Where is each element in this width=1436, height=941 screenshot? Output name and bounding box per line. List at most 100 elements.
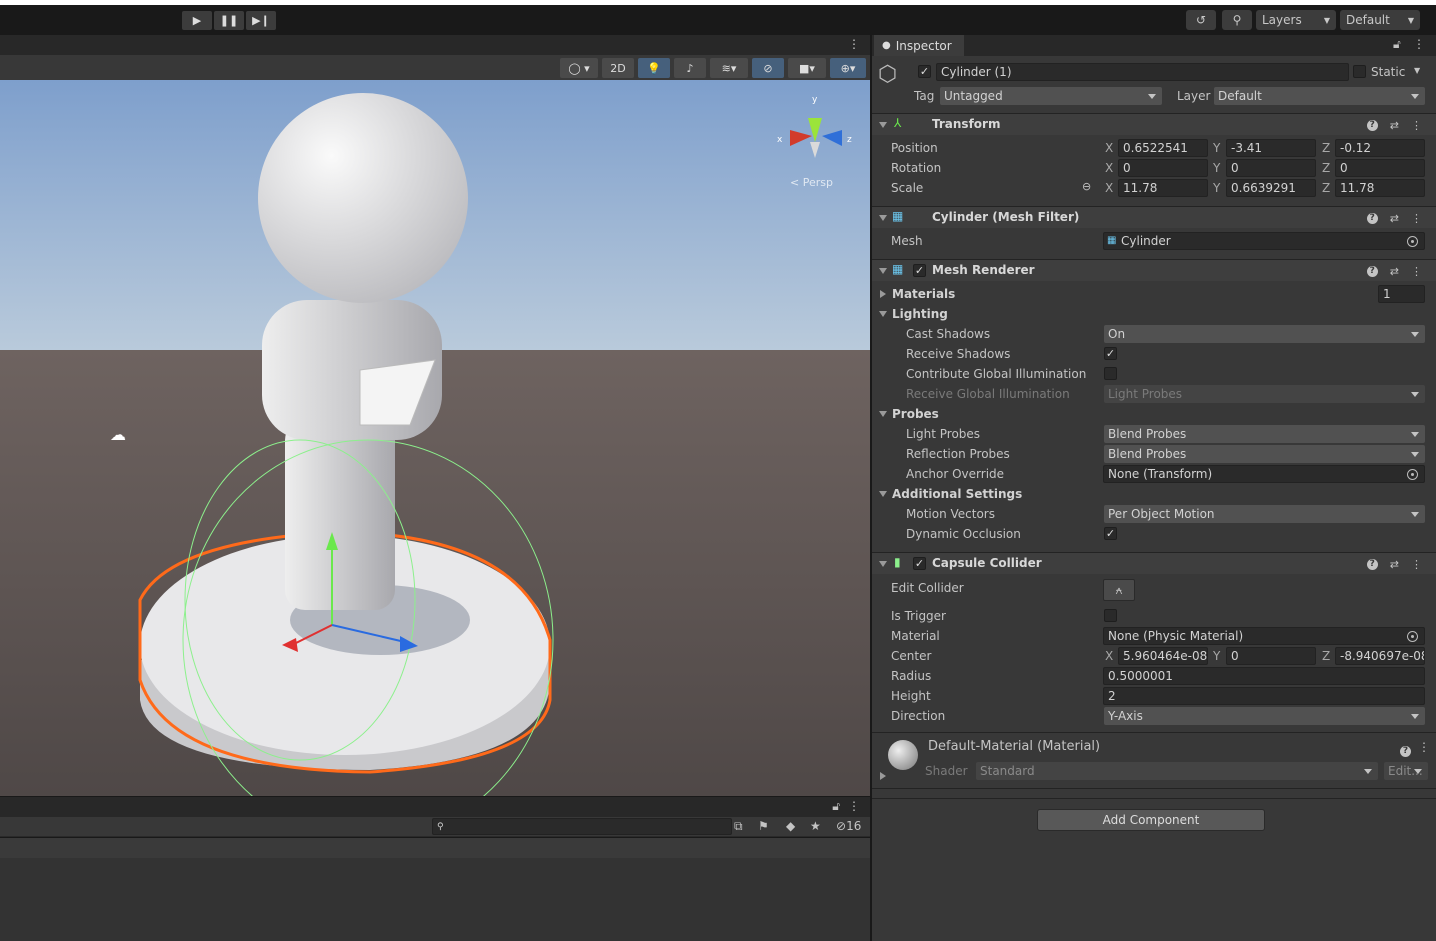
more-menu-icon[interactable]: ⋮: [1418, 740, 1430, 754]
radius-label[interactable]: Radius: [891, 666, 931, 686]
center-z-input[interactable]: -8.940697e-08: [1335, 647, 1425, 665]
shader-dropdown[interactable]: Standard: [976, 762, 1378, 780]
more-menu-icon[interactable]: ⋮: [1413, 37, 1425, 51]
scene-viewport[interactable]: ☁ y x z < Persp: [0, 80, 870, 796]
tag-icon[interactable]: ◆: [786, 819, 795, 833]
more-menu-icon[interactable]: ⋮: [1411, 212, 1422, 225]
direction-dropdown[interactable]: Y-Axis: [1104, 707, 1425, 725]
receive-shadows-checkbox[interactable]: ✓: [1104, 347, 1117, 360]
help-icon[interactable]: ?: [1366, 558, 1378, 570]
position-x-input[interactable]: 0.6522541: [1118, 139, 1208, 157]
lock-icon[interactable]: 🔓︎: [832, 799, 840, 814]
help-icon[interactable]: ?: [1366, 265, 1378, 277]
center-x-input[interactable]: 5.960464e-08: [1118, 647, 1208, 665]
persp-label[interactable]: < Persp: [790, 176, 833, 189]
motion-vectors-dropdown[interactable]: Per Object Motion: [1104, 505, 1425, 523]
center-label[interactable]: Center: [891, 646, 931, 666]
object-picker-icon[interactable]: [1407, 236, 1418, 247]
position-z-input[interactable]: -0.12: [1335, 139, 1425, 157]
lock-icon[interactable]: 🔓︎: [1393, 37, 1401, 52]
active-checkbox[interactable]: ✓: [918, 65, 931, 78]
static-checkbox[interactable]: [1353, 65, 1366, 78]
add-component-button[interactable]: Add Component: [1037, 809, 1265, 831]
contribute-gi-checkbox[interactable]: [1104, 367, 1117, 380]
presets-icon[interactable]: ⇄: [1390, 212, 1399, 225]
scale-z-input[interactable]: 11.78: [1335, 179, 1425, 197]
height-input[interactable]: 2: [1103, 687, 1425, 705]
rotation-z-input[interactable]: 0: [1335, 159, 1425, 177]
presets-icon[interactable]: ⇄: [1390, 119, 1399, 132]
filter-by-label-icon[interactable]: ⚑: [758, 819, 769, 833]
foldout-arrow-icon[interactable]: [879, 268, 887, 274]
favorite-star-icon[interactable]: ★: [810, 819, 821, 833]
tag-dropdown[interactable]: Untagged: [940, 87, 1162, 105]
filter-by-type-icon[interactable]: ⧉: [734, 819, 743, 834]
object-name-input[interactable]: Cylinder (1): [936, 63, 1349, 81]
effects-dropdown[interactable]: ≋▾: [710, 58, 748, 78]
gizmos-dropdown[interactable]: ⊕▾: [830, 58, 866, 78]
scale-y-input[interactable]: 0.6639291: [1226, 179, 1316, 197]
rotation-x-input[interactable]: 0: [1118, 159, 1208, 177]
play-button[interactable]: ▶: [182, 11, 212, 30]
physic-material-field[interactable]: None (Physic Material): [1103, 627, 1425, 645]
anchor-override-field[interactable]: None (Transform): [1103, 465, 1425, 483]
mesh-renderer-enabled-checkbox[interactable]: ✓: [913, 264, 926, 277]
more-menu-icon[interactable]: ⋮: [848, 37, 860, 51]
tab-inspector[interactable]: ● Inspector: [874, 35, 964, 56]
position-label[interactable]: Position: [891, 138, 938, 158]
edit-shader-button[interactable]: Edit...: [1384, 762, 1428, 780]
foldout-arrow-icon[interactable]: [879, 215, 887, 221]
foldout-arrow-icon[interactable]: [879, 561, 887, 567]
presets-icon[interactable]: ⇄: [1390, 558, 1399, 571]
audio-toggle[interactable]: ♪: [674, 58, 706, 78]
2d-toggle[interactable]: 2D: [602, 58, 634, 78]
help-icon[interactable]: ?: [1366, 212, 1378, 224]
more-menu-icon[interactable]: ⋮: [848, 799, 860, 813]
scale-label[interactable]: Scale: [891, 178, 923, 198]
draw-mode-button[interactable]: ◯ ▾: [560, 58, 598, 78]
materials-foldout[interactable]: Materials: [892, 284, 955, 304]
gameobject-cube-icon[interactable]: ⬡: [878, 62, 897, 87]
foldout-arrow-icon[interactable]: [880, 290, 886, 298]
pause-button[interactable]: ❚❚: [214, 11, 244, 30]
is-trigger-checkbox[interactable]: [1104, 609, 1117, 622]
layers-dropdown[interactable]: Layers ▼: [1256, 10, 1336, 30]
scene-visibility-toggle[interactable]: ⊘: [752, 58, 784, 78]
project-search-input[interactable]: ⚲: [432, 818, 732, 835]
capsule-collider-enabled-checkbox[interactable]: ✓: [913, 557, 926, 570]
hidden-packages-toggle[interactable]: ⊘16: [836, 819, 861, 833]
object-picker-icon[interactable]: [1407, 631, 1418, 642]
foldout-arrow-icon[interactable]: [879, 411, 887, 417]
height-label[interactable]: Height: [891, 686, 931, 706]
step-button[interactable]: ▶❙: [246, 11, 276, 30]
link-icon[interactable]: ⊖: [1082, 180, 1091, 193]
materials-size-input[interactable]: 1: [1378, 285, 1425, 303]
reflection-probes-dropdown[interactable]: Blend Probes: [1104, 445, 1425, 463]
probes-foldout[interactable]: Probes: [892, 404, 939, 424]
lighting-toggle[interactable]: 💡: [638, 58, 670, 78]
more-menu-icon[interactable]: ⋮: [1411, 265, 1422, 278]
help-icon[interactable]: ?: [1366, 119, 1378, 131]
more-menu-icon[interactable]: ⋮: [1411, 119, 1422, 132]
center-y-input[interactable]: 0: [1226, 647, 1316, 665]
more-menu-icon[interactable]: ⋮: [1411, 558, 1422, 571]
radius-input[interactable]: 0.5000001: [1103, 667, 1425, 685]
edit-collider-button[interactable]: ⍲: [1103, 579, 1135, 601]
foldout-arrow-icon[interactable]: [880, 772, 886, 780]
lighting-foldout[interactable]: Lighting: [892, 304, 948, 324]
foldout-arrow-icon[interactable]: [879, 491, 887, 497]
scale-x-input[interactable]: 11.78: [1118, 179, 1208, 197]
search-button[interactable]: ⚲: [1222, 10, 1252, 30]
history-button[interactable]: ↺: [1186, 10, 1216, 30]
presets-icon[interactable]: ⇄: [1390, 265, 1399, 278]
help-icon[interactable]: ?: [1400, 742, 1411, 757]
camera-dropdown[interactable]: ■▾: [788, 58, 826, 78]
rotation-label[interactable]: Rotation: [891, 158, 941, 178]
foldout-arrow-icon[interactable]: [879, 311, 887, 317]
static-dropdown-icon[interactable]: ▼: [1414, 66, 1420, 75]
object-picker-icon[interactable]: [1407, 469, 1418, 480]
mesh-object-field[interactable]: ▦ Cylinder: [1103, 232, 1425, 250]
foldout-arrow-icon[interactable]: [879, 122, 887, 128]
position-y-input[interactable]: -3.41: [1226, 139, 1316, 157]
cast-shadows-dropdown[interactable]: On: [1104, 325, 1425, 343]
